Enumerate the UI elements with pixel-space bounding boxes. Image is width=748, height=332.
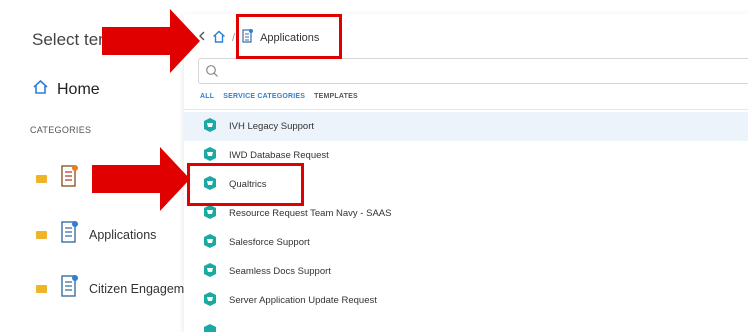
annotation-arrow-icon: [102, 9, 200, 73]
breadcrumb-separator: /: [232, 31, 236, 44]
scroll-icon: [59, 273, 79, 304]
category-row[interactable]: [36, 163, 89, 194]
service-icon: [203, 320, 217, 332]
tab-service-categories[interactable]: SERVICE CATEGORIES: [223, 93, 305, 100]
page-title: Select tem: [32, 30, 113, 49]
categories-heading: CATEGORIES: [30, 125, 92, 135]
category-row[interactable]: Applications: [36, 219, 156, 250]
service-icon: [203, 233, 217, 252]
list-item[interactable]: Seamless Docs Support: [184, 257, 748, 286]
list-item[interactable]: Salesforce Support: [184, 228, 748, 257]
search-icon: [205, 64, 219, 83]
annotation-highlight-box: [236, 14, 342, 59]
category-row[interactable]: Citizen Engagem: [36, 273, 184, 304]
annotation-highlight-box: [187, 163, 304, 206]
list-item-label: Seamless Docs Support: [229, 266, 331, 277]
scroll-icon: [59, 219, 79, 250]
list-item[interactable]: Server Application Update Request: [184, 286, 748, 315]
service-icon: [203, 204, 217, 223]
breadcrumb-home-icon[interactable]: [212, 30, 226, 46]
folder-icon: [36, 174, 47, 183]
list-item-label: IWD Database Request: [229, 150, 329, 161]
list-item-label: Salesforce Support: [229, 237, 310, 248]
service-icon: [203, 117, 217, 136]
folder-icon: [36, 284, 47, 293]
category-label: Citizen Engagem: [89, 281, 185, 296]
service-icon: [203, 262, 217, 281]
tab-templates[interactable]: TEMPLATES: [314, 93, 358, 100]
list-item-label: Server Application Update Request: [229, 295, 377, 306]
scroll-icon: [59, 163, 79, 194]
home-label: Home: [57, 80, 100, 98]
list-item[interactable]: IVH Legacy Support: [184, 112, 748, 141]
folder-icon: [36, 230, 47, 239]
list-item-label: IVH Legacy Support: [229, 121, 315, 132]
home-link[interactable]: Home: [32, 79, 100, 100]
tab-all[interactable]: ALL: [200, 93, 214, 100]
category-label: Applications: [89, 227, 157, 242]
annotation-arrow-icon: [92, 147, 190, 211]
divider: [184, 109, 748, 110]
home-icon: [32, 79, 49, 100]
search-field[interactable]: [198, 58, 748, 84]
filter-tabs: ALL SERVICE CATEGORIES TEMPLATES: [200, 93, 358, 100]
list-item-label: Resource Request Team Navy - SAAS: [229, 208, 392, 219]
service-icon: [203, 291, 217, 310]
